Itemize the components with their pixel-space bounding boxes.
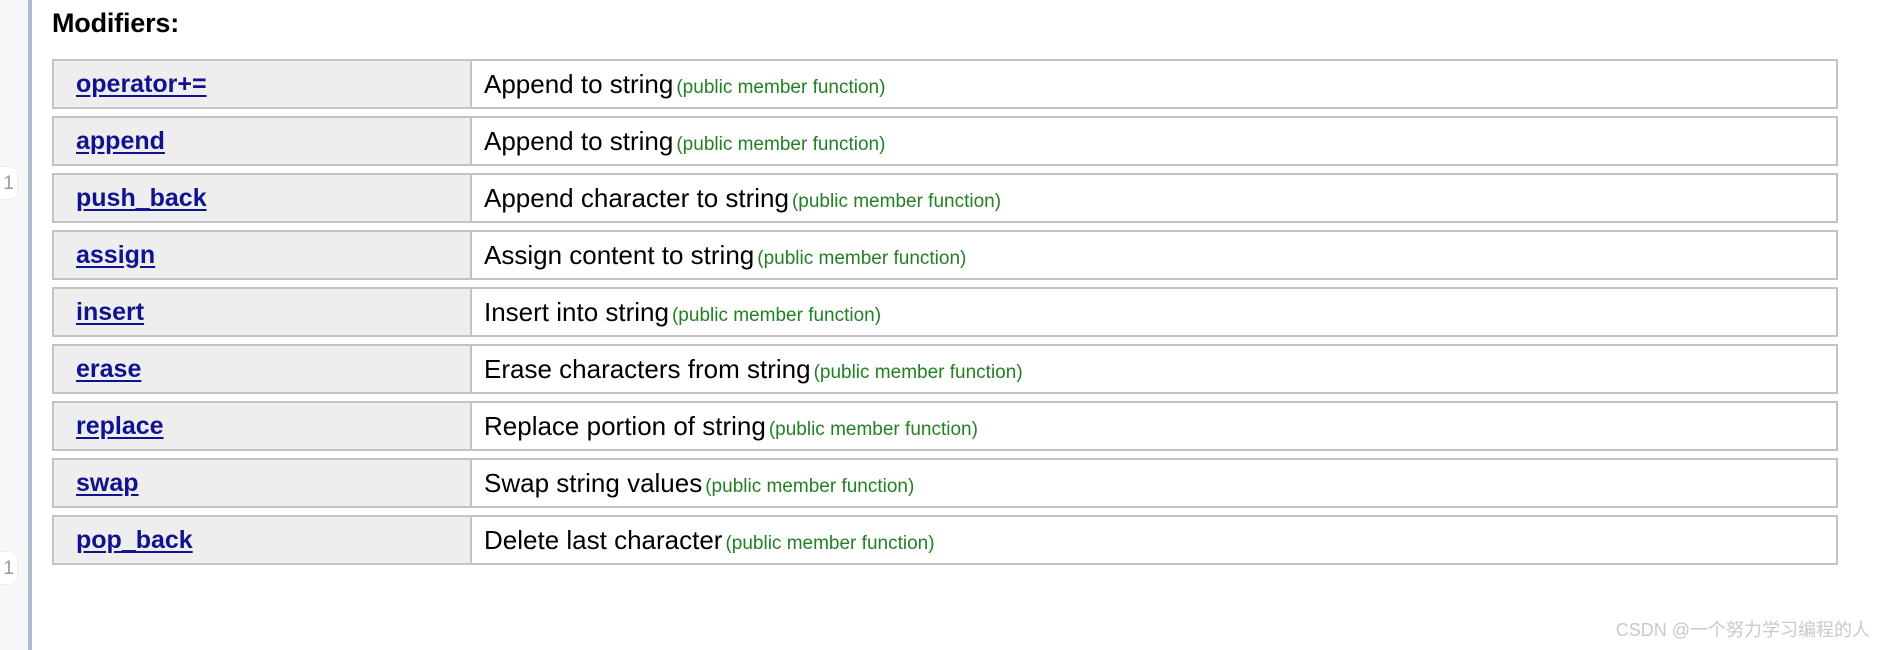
table-row: erase Erase characters from string (publi… <box>52 344 1838 394</box>
modifiers-reference-table: operator+= Append to string (public membe… <box>52 52 1838 572</box>
member-description: Append to string <box>484 68 674 99</box>
member-link-operator-plus-equals[interactable]: operator+= <box>76 70 207 98</box>
member-description: Insert into string <box>484 296 669 327</box>
table-row: push_back Append character to string (pub… <box>52 173 1838 223</box>
table-row: swap Swap string values (public member fu… <box>52 458 1838 508</box>
member-description: Append to string <box>484 125 674 156</box>
table-row: operator+= Append to string (public membe… <box>52 59 1838 109</box>
member-link-replace[interactable]: replace <box>76 412 164 440</box>
member-link-swap[interactable]: swap <box>76 469 139 497</box>
member-link-append[interactable]: append <box>76 127 165 155</box>
gutter-line-marker-label: 1 <box>3 173 14 194</box>
member-description-cell: Append to string (public member function) <box>472 116 1838 166</box>
section-heading: Modifiers: <box>52 8 180 38</box>
table-row: append Append to string (public member fu… <box>52 116 1838 166</box>
member-link-assign[interactable]: assign <box>76 241 155 269</box>
watermark-text: CSDN @一个努力学习编程的人 <box>1615 620 1870 640</box>
member-name-cell: insert <box>52 287 472 337</box>
content-column: Modifiers: operator+= Append to string (p… <box>32 0 1884 650</box>
member-description-cell: Replace portion of string (public member … <box>472 401 1838 451</box>
member-description: Delete last character <box>484 524 723 555</box>
member-kind-note: (public member function) <box>791 190 1002 212</box>
member-description-cell: Assign content to string (public member f… <box>472 230 1838 280</box>
member-kind-note: (public member function) <box>705 475 915 497</box>
gutter-line-marker: 1 <box>0 166 18 200</box>
member-description-cell: Append to string (public member function) <box>472 59 1838 109</box>
member-link-erase[interactable]: erase <box>76 355 141 383</box>
member-description-cell: Swap string values (public member functio… <box>472 458 1838 508</box>
table-row: replace Replace portion of string (public… <box>52 401 1838 451</box>
member-kind-note: (public member function) <box>813 361 1023 383</box>
member-description: Assign content to string <box>484 239 755 270</box>
table-row: assign Assign content to string (public m… <box>52 230 1838 280</box>
member-kind-note: (public member function) <box>676 76 886 98</box>
member-kind-note: (public member function) <box>725 532 935 554</box>
member-name-cell: pop_back <box>52 515 472 565</box>
member-name-cell: assign <box>52 230 472 280</box>
member-description: Append character to string <box>484 182 789 213</box>
member-name-cell: replace <box>52 401 472 451</box>
member-description: Erase characters from string <box>484 353 811 384</box>
member-description-cell: Insert into string (public member functio… <box>472 287 1838 337</box>
member-name-cell: append <box>52 116 472 166</box>
member-name-cell: push_back <box>52 173 472 223</box>
member-kind-note: (public member function) <box>757 247 967 269</box>
member-description-cell: Erase characters from string (public memb… <box>472 344 1838 394</box>
member-name-cell: swap <box>52 458 472 508</box>
member-description: Swap string values <box>484 467 703 498</box>
gutter-line-marker-label: 1 <box>3 558 14 579</box>
member-link-pop-back[interactable]: pop_back <box>76 526 193 554</box>
member-name-cell: erase <box>52 344 472 394</box>
modifiers-table-body: operator+= Append to string (public membe… <box>52 59 1838 565</box>
table-row: insert Insert into string (public member … <box>52 287 1838 337</box>
member-description-cell: Append character to string (public member… <box>472 173 1838 223</box>
table-row: pop_back Delete last character (public me… <box>52 515 1838 565</box>
gutter-line-marker: 1 <box>0 551 18 585</box>
member-description-cell: Delete last character (public member func… <box>472 515 1838 565</box>
member-kind-note: (public member function) <box>671 304 882 326</box>
member-kind-note: (public member function) <box>676 133 886 155</box>
member-link-insert[interactable]: insert <box>76 298 144 326</box>
member-link-push-back[interactable]: push_back <box>76 184 207 212</box>
member-kind-note: (public member function) <box>768 418 978 440</box>
member-description: Replace portion of string <box>484 410 766 441</box>
member-name-cell: operator+= <box>52 59 472 109</box>
